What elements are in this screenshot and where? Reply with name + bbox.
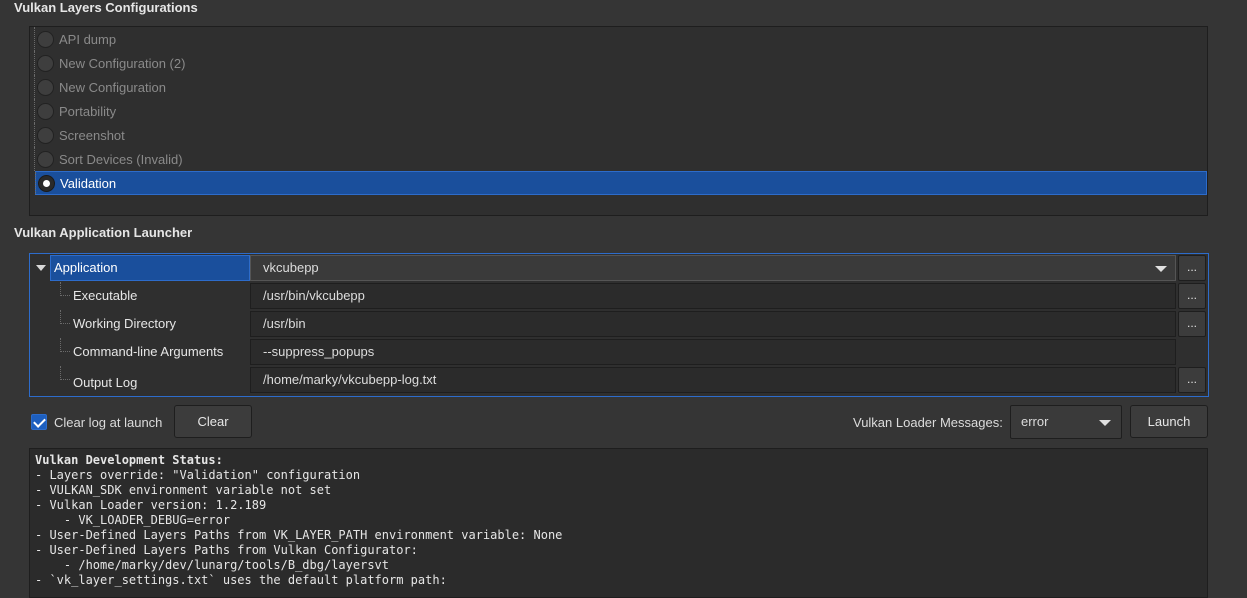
working-directory-label: Working Directory: [73, 316, 177, 331]
status-line: - `vk_layer_settings.txt` uses the defau…: [35, 573, 447, 587]
config-item-label: Sort Devices (Invalid): [59, 151, 183, 167]
status-line: - /home/marky/dev/lunarg/tools/B_dbg/lay…: [35, 558, 390, 572]
radio-icon[interactable]: [37, 102, 54, 120]
working-directory-browse-button[interactable]: ...: [1178, 311, 1206, 337]
clear-button[interactable]: Clear: [174, 405, 252, 438]
status-line: - VULKAN_SDK environment variable not se…: [35, 483, 332, 497]
status-line: - VK_LOADER_DEBUG=error: [35, 513, 231, 527]
config-item-label: New Configuration (2): [59, 55, 186, 71]
radio-icon[interactable]: [37, 78, 54, 96]
executable-label: Executable: [73, 288, 138, 303]
config-item-screenshot[interactable]: Screenshot: [34, 123, 1207, 147]
output-log-row: Output Log /home/marky/vkcubepp-log.txt …: [30, 366, 1208, 394]
application-value: vkcubepp: [263, 260, 319, 275]
config-item-new-configuration-2[interactable]: New Configuration (2): [34, 51, 1207, 75]
arguments-row: Command-line Arguments --suppress_popups: [30, 338, 1208, 366]
status-line: - Layers override: "Validation" configur…: [35, 468, 361, 482]
loader-messages-label: Vulkan Loader Messages:: [853, 415, 1003, 430]
radio-selected-icon[interactable]: [38, 174, 55, 192]
configurations-group-title: Vulkan Layers Configurations: [14, 0, 198, 15]
executable-row: Executable /usr/bin/vkcubepp ...: [30, 282, 1208, 310]
radio-icon[interactable]: [37, 30, 54, 48]
dropdown-arrow-icon[interactable]: [1099, 420, 1111, 426]
status-title: Vulkan Development Status:: [35, 453, 223, 467]
configurations-list[interactable]: API dump New Configuration (2) New Confi…: [29, 26, 1208, 216]
radio-icon[interactable]: [37, 150, 54, 168]
clear-log-checkbox[interactable]: [31, 414, 47, 430]
executable-field[interactable]: /usr/bin/vkcubepp: [250, 283, 1176, 309]
config-item-portability[interactable]: Portability: [34, 99, 1207, 123]
config-item-new-configuration[interactable]: New Configuration: [34, 75, 1207, 99]
config-item-label: Screenshot: [59, 127, 125, 143]
application-combo[interactable]: vkcubepp: [250, 255, 1176, 281]
application-row[interactable]: Application vkcubepp ...: [30, 254, 1208, 282]
executable-browse-button[interactable]: ...: [1178, 283, 1206, 309]
config-item-label: Validation: [60, 175, 117, 191]
application-label: Application: [54, 260, 118, 275]
working-directory-field[interactable]: /usr/bin: [250, 311, 1176, 337]
output-log-label: Output Log: [73, 375, 138, 390]
dropdown-arrow-icon[interactable]: [1155, 266, 1167, 272]
config-item-label: API dump: [59, 31, 117, 47]
status-line: - Vulkan Loader version: 1.2.189: [35, 498, 267, 512]
launcher-tree[interactable]: Application vkcubepp ... Executable /usr…: [29, 253, 1209, 397]
status-line: - User-Defined Layers Paths from Vulkan …: [35, 543, 418, 557]
launch-button[interactable]: Launch: [1130, 405, 1208, 438]
config-item-sort-devices[interactable]: Sort Devices (Invalid): [34, 147, 1207, 171]
loader-messages-value: error: [1021, 414, 1049, 429]
arguments-field[interactable]: --suppress_popups: [250, 339, 1176, 365]
application-browse-button[interactable]: ...: [1178, 255, 1206, 281]
loader-messages-select[interactable]: error: [1010, 405, 1122, 439]
collapse-arrow-icon[interactable]: [36, 265, 46, 271]
config-item-label: Portability: [59, 103, 117, 119]
application-label-cell[interactable]: Application: [50, 255, 250, 281]
arguments-label: Command-line Arguments: [73, 344, 224, 359]
clear-log-label: Clear log at launch: [54, 415, 163, 430]
config-item-api-dump[interactable]: API dump: [34, 27, 1207, 51]
config-item-label: New Configuration: [59, 79, 166, 95]
radio-icon[interactable]: [37, 126, 54, 144]
status-line: - User-Defined Layers Paths from VK_LAYE…: [35, 528, 563, 542]
working-directory-row: Working Directory /usr/bin ...: [30, 310, 1208, 338]
launcher-group-title: Vulkan Application Launcher: [14, 225, 193, 240]
status-log[interactable]: Vulkan Development Status: - Layers overr…: [29, 448, 1208, 598]
radio-icon[interactable]: [37, 54, 54, 72]
output-log-field[interactable]: /home/marky/vkcubepp-log.txt: [250, 367, 1176, 393]
output-log-browse-button[interactable]: ...: [1178, 367, 1206, 393]
config-item-validation[interactable]: Validation: [35, 171, 1207, 195]
